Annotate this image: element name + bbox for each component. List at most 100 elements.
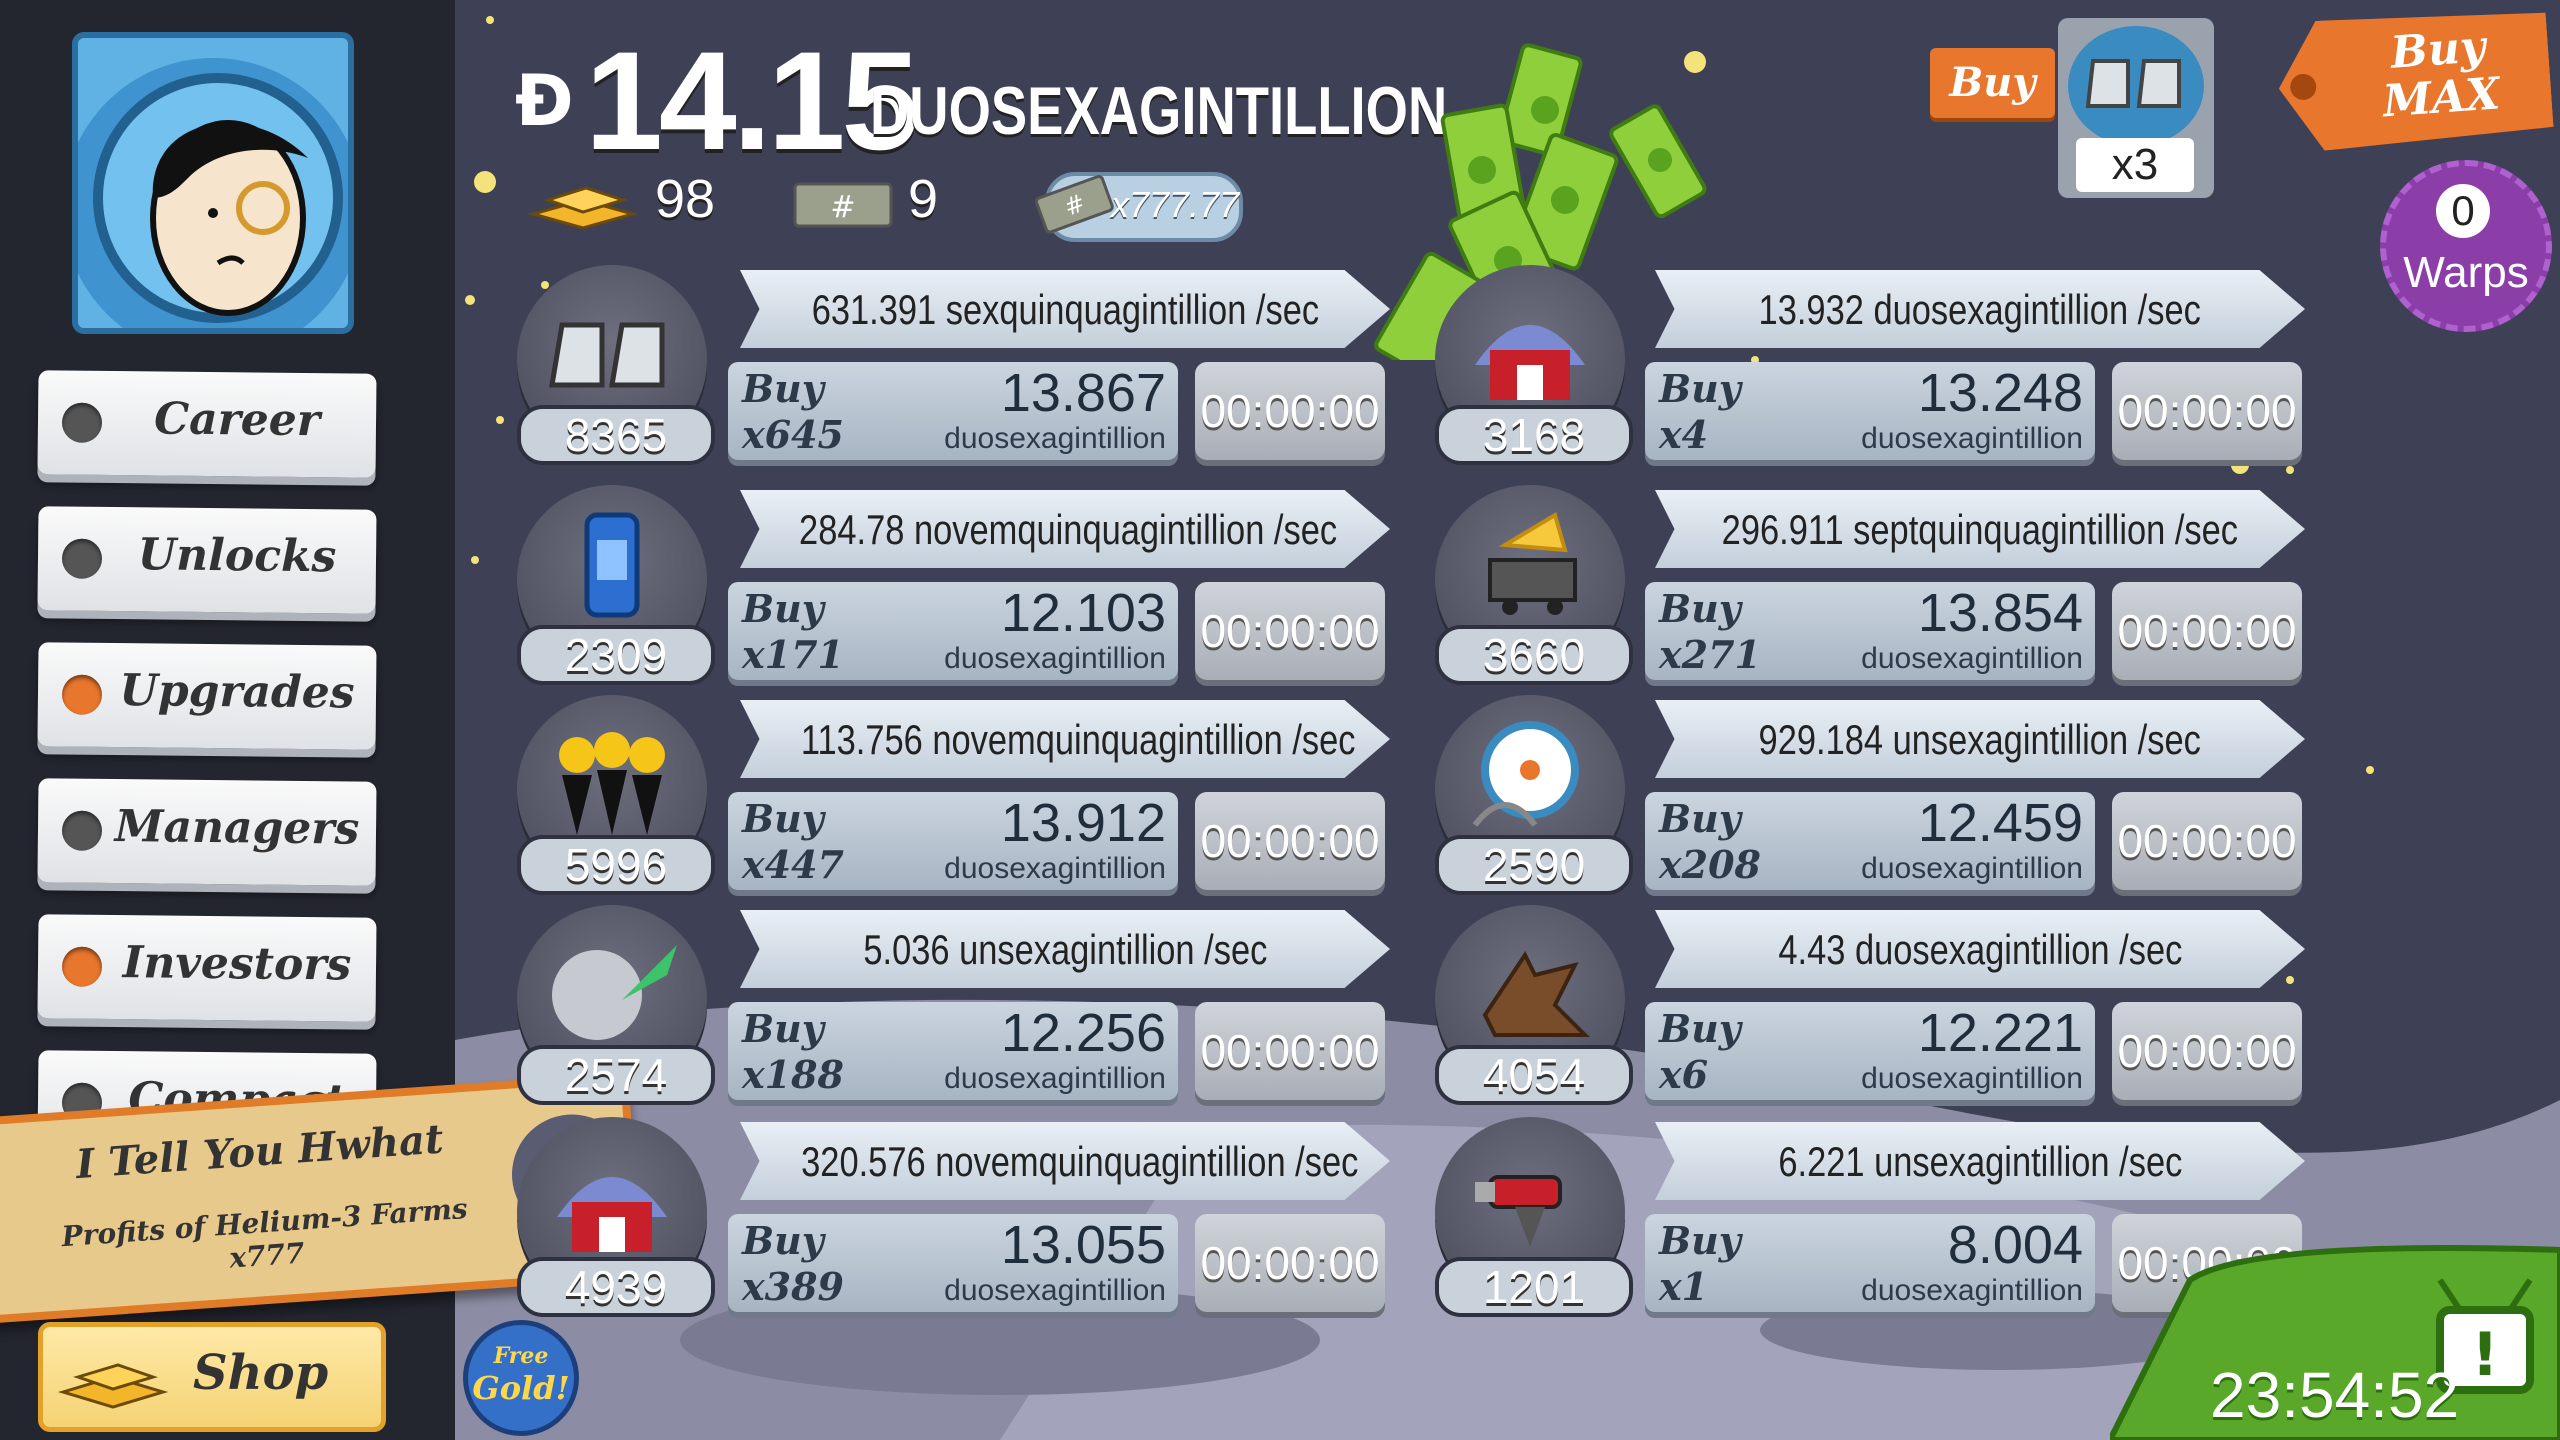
business-count-value: 8365 — [564, 409, 668, 461]
business-rate-text: 320.576 novemquinquagintillion /sec — [801, 1138, 1359, 1185]
buy-quantity: x271 — [1659, 632, 1761, 677]
buy-quantity: x4 — [1659, 412, 1709, 457]
sidebar-item-upgrades[interactable]: Upgrades — [37, 642, 377, 750]
buy-button[interactable]: Buy x271 13.854 duosexagintillion — [1645, 582, 2095, 680]
buy-boost-label: Buy — [1949, 59, 2036, 106]
business-count-value: 3168 — [1482, 409, 1586, 461]
free-gold-line1: Free — [493, 1343, 549, 1369]
buy-max-label: Buy MAX — [2381, 21, 2502, 128]
notification-subtitle: Profits of Helium-3 Farms x777 — [60, 1191, 469, 1275]
buy-label: Buy — [1659, 796, 1741, 841]
buy-label: Buy — [742, 1218, 824, 1263]
boost-item-badge[interactable]: x3 — [2058, 18, 2214, 198]
buy-cost-unit: duosexagintillion — [1861, 1274, 2083, 1307]
status-dot — [61, 402, 103, 443]
business-count-value: 1201 — [1482, 1261, 1586, 1313]
buy-button[interactable]: Buy x447 13.912 duosexagintillion — [728, 792, 1178, 890]
buy-label: Buy — [742, 586, 824, 631]
business-rate: 284.78 novemquinquagintillion /sec — [740, 490, 1390, 568]
buy-button[interactable]: Buy x4 13.248 duosexagintillion — [1645, 362, 2095, 460]
sidebar-item-unlocks[interactable]: Unlocks — [37, 506, 377, 614]
warps-count: 0 — [2436, 184, 2490, 238]
business-count: 2590 — [1435, 835, 1633, 895]
moon-boots-icon — [2068, 26, 2204, 146]
business-rate-text: 113.756 novemquinquagintillion /sec — [800, 716, 1356, 763]
currency-symbol: Đ — [515, 60, 574, 142]
business-timer: 00:00:00 — [1195, 792, 1385, 890]
business-count-value: 2309 — [564, 629, 668, 681]
buy-cost: 12.103 — [1000, 583, 1166, 643]
business-count: 5996 — [517, 835, 715, 895]
buy-quantity: x645 — [742, 412, 844, 457]
multiplier-badge[interactable]: # x777.77 — [1034, 172, 1243, 242]
money-amount: 14.15 — [585, 22, 919, 179]
sidebar-item-career[interactable]: Career — [37, 370, 377, 478]
business-timer: 00:00:00 — [1195, 362, 1385, 460]
business-rate-text: 6.221 unsexagintillion /sec — [1777, 1138, 2182, 1185]
free-gold-button[interactable]: Free Gold! — [463, 1320, 579, 1436]
buy-button[interactable]: Buy x1 8.004 duosexagintillion — [1645, 1214, 2095, 1312]
buy-button[interactable]: Buy x171 12.103 duosexagintillion — [728, 582, 1178, 680]
buy-cost-unit: duosexagintillion — [944, 1274, 1166, 1307]
status-dot — [61, 946, 103, 987]
sidebar-item-label: Managers — [114, 801, 360, 855]
svg-text:#: # — [830, 190, 855, 225]
buy-quantity: x6 — [1659, 1052, 1709, 1097]
buy-cost: 8.004 — [1947, 1215, 2083, 1275]
buy-quantity: x208 — [1659, 842, 1761, 887]
shop-button[interactable]: Shop — [38, 1322, 386, 1432]
buy-cost: 13.912 — [1000, 793, 1166, 853]
buy-cost: 13.055 — [1000, 1215, 1166, 1275]
business-count: 8365 — [517, 405, 715, 465]
buy-quantity: x171 — [742, 632, 844, 677]
sidebar-item-investors[interactable]: Investors — [37, 914, 377, 1022]
buy-cost: 13.867 — [1000, 363, 1166, 423]
buy-button[interactable]: Buy x6 12.221 duosexagintillion — [1645, 1002, 2095, 1100]
business-count-value: 2590 — [1482, 839, 1586, 891]
business-count: 4939 — [517, 1257, 715, 1317]
business-rate: 631.391 sexquinquagintillion /sec — [740, 270, 1390, 348]
sidebar-item-label: Career — [153, 393, 321, 447]
business-rate: 4.43 duosexagintillion /sec — [1655, 910, 2305, 988]
buy-button[interactable]: Buy x208 12.459 duosexagintillion — [1645, 792, 2095, 890]
buy-cost: 12.256 — [1000, 1003, 1166, 1063]
free-gold-line2: Gold! — [472, 1369, 570, 1407]
buy-cost: 12.459 — [1917, 793, 2083, 853]
notification-title: I Tell You Hwhat — [74, 1115, 445, 1189]
sidebar-item-label: Upgrades — [119, 665, 355, 719]
buy-cost: 13.854 — [1917, 583, 2083, 643]
buy-boost-button[interactable]: Buy — [1930, 48, 2055, 118]
sidebar-item-label: Unlocks — [137, 529, 337, 583]
sidebar-item-managers[interactable]: Managers — [37, 778, 377, 886]
buy-button[interactable]: Buy x645 13.867 duosexagintillion — [728, 362, 1178, 460]
tag-hole-icon — [2289, 73, 2317, 101]
buy-button[interactable]: Buy x188 12.256 duosexagintillion — [728, 1002, 1178, 1100]
gold-count: 98 — [655, 169, 716, 229]
buy-quantity: x389 — [742, 1264, 844, 1309]
business-rate-text: 284.78 novemquinquagintillion /sec — [799, 506, 1338, 553]
buy-label: Buy — [1659, 1006, 1741, 1051]
boost-multiplier: x3 — [2076, 138, 2194, 192]
business-rate: 13.932 duosexagintillion /sec — [1655, 270, 2305, 348]
astronaut-portrait-icon — [78, 38, 348, 328]
business-rate: 320.576 novemquinquagintillion /sec — [740, 1122, 1390, 1200]
warps-badge[interactable]: 0 Warps — [2380, 160, 2552, 332]
business-timer: 00:00:00 — [2112, 582, 2302, 680]
business-rate-text: 5.036 unsexagintillion /sec — [862, 926, 1267, 973]
buy-cost-unit: duosexagintillion — [1861, 642, 2083, 675]
buy-label: Buy — [1659, 1218, 1741, 1263]
business-rate: 929.184 unsexagintillion /sec — [1655, 700, 2305, 778]
business-rate-text: 296.911 septquinquagintillion /sec — [1721, 506, 2239, 553]
business-rate-text: 929.184 unsexagintillion /sec — [1758, 716, 2202, 763]
business-count-value: 5996 — [564, 839, 668, 891]
business-rate-text: 4.43 duosexagintillion /sec — [1777, 926, 2182, 973]
buy-cost-unit: duosexagintillion — [944, 1062, 1166, 1095]
avatar[interactable] — [72, 32, 354, 334]
business-timer: 00:00:00 — [1195, 1002, 1385, 1100]
business-count-value: 4054 — [1482, 1049, 1586, 1101]
business-rate: 296.911 septquinquagintillion /sec — [1655, 490, 2305, 568]
buy-button[interactable]: Buy x389 13.055 duosexagintillion — [728, 1214, 1178, 1312]
megaticket-count: 9 — [908, 169, 939, 229]
business-count-value: 2574 — [564, 1049, 668, 1101]
business-timer: 00:00:00 — [2112, 1002, 2302, 1100]
